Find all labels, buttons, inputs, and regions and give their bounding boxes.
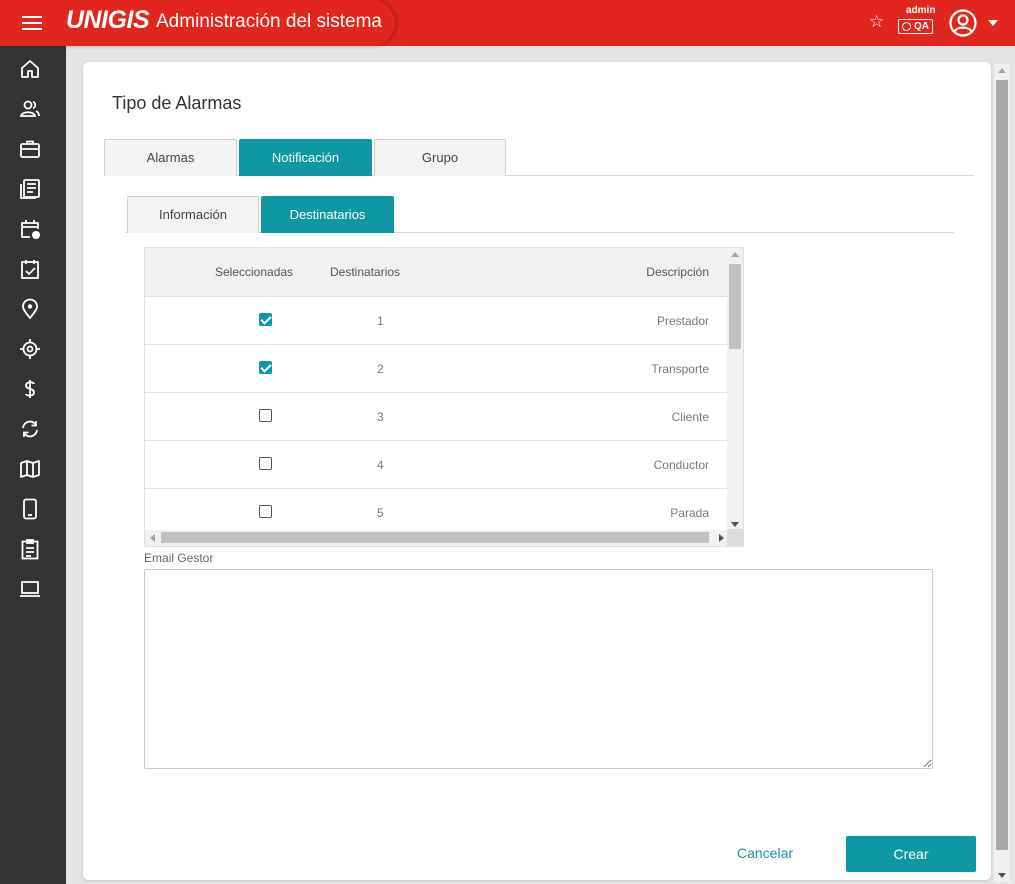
scroll-up-icon[interactable] — [731, 252, 739, 257]
grid-horizontal-scrollbar[interactable] — [145, 530, 729, 546]
row-description: Conductor — [653, 458, 709, 472]
laptop-icon[interactable] — [19, 578, 43, 602]
row-description: Parada — [670, 506, 709, 520]
row-checkbox[interactable] — [259, 361, 272, 374]
row-recipient-id: 5 — [377, 506, 384, 520]
row-description: Transporte — [651, 362, 709, 376]
power-icon — [902, 22, 911, 31]
email-gestor-label: Email Gestor — [144, 551, 214, 565]
tab-grupo[interactable]: Grupo — [374, 139, 506, 176]
tab-informacion[interactable]: Información — [127, 196, 259, 233]
dollar-icon[interactable] — [19, 378, 43, 402]
top-bar: UNIGIS Administración del sistema ☆ admi… — [0, 0, 1015, 46]
scrollbar-thumb[interactable] — [996, 80, 1008, 850]
scroll-down-icon[interactable] — [731, 522, 739, 527]
environment-label: QA — [914, 21, 929, 32]
row-recipient-id: 1 — [377, 314, 384, 328]
row-description: Prestador — [656, 314, 709, 328]
calendar-check-icon[interactable] — [19, 258, 43, 282]
main-card: Tipo de Alarmas Alarmas Notificación Gru… — [83, 62, 991, 880]
scroll-left-icon[interactable] — [150, 534, 155, 542]
user-name: admin — [906, 5, 936, 16]
row-checkbox[interactable] — [259, 457, 272, 470]
user-menu-chevron-down-icon[interactable] — [988, 20, 998, 26]
news-icon[interactable] — [19, 178, 43, 202]
scrollbar-corner — [727, 529, 743, 546]
create-button[interactable]: Crear — [846, 836, 976, 872]
clipboard-icon[interactable] — [19, 538, 43, 562]
tab-destinatarios[interactable]: Destinatarios — [261, 196, 394, 233]
tab-notificacion[interactable]: Notificación — [239, 139, 372, 176]
user-avatar-icon[interactable] — [948, 8, 978, 38]
row-checkbox[interactable] — [259, 409, 272, 422]
app-logo[interactable]: UNIGIS — [66, 6, 150, 35]
scroll-up-icon[interactable] — [998, 68, 1006, 73]
app-title: Administración del sistema — [156, 11, 382, 32]
main-tabs: Alarmas Notificación Grupo — [104, 139, 974, 176]
table-row[interactable]: 4 Conductor — [145, 441, 728, 489]
users-icon[interactable] — [19, 98, 43, 122]
column-header-selected[interactable]: Seleccionadas — [215, 265, 293, 279]
cancel-button[interactable]: Cancelar — [718, 837, 812, 869]
grid-vertical-scrollbar[interactable] — [727, 248, 743, 531]
table-row[interactable]: 2 Transporte — [145, 345, 728, 393]
favorite-star-icon[interactable]: ☆ — [869, 12, 884, 32]
sub-tabs: Información Destinatarios — [126, 196, 954, 233]
page-vertical-scrollbar[interactable] — [994, 64, 1010, 882]
table-row[interactable]: 3 Cliente — [145, 393, 728, 441]
briefcase-icon[interactable] — [19, 138, 43, 162]
table-row[interactable]: 1 Prestador — [145, 297, 728, 345]
email-gestor-field[interactable] — [144, 569, 933, 769]
environment-badge: QA — [898, 19, 933, 34]
map-icon[interactable] — [19, 458, 43, 482]
scrollbar-thumb[interactable] — [161, 532, 709, 543]
grid-header: Seleccionadas Destinatarios Descripción — [145, 248, 728, 297]
location-pin-icon[interactable] — [19, 298, 43, 322]
row-checkbox[interactable] — [259, 313, 272, 326]
sidebar — [0, 46, 66, 884]
page-title: Tipo de Alarmas — [112, 93, 242, 113]
calendar-clock-icon[interactable] — [19, 218, 43, 242]
recipients-grid: Seleccionadas Destinatarios Descripción … — [144, 247, 744, 547]
scrollbar-thumb[interactable] — [729, 264, 741, 349]
column-header-recipients[interactable]: Destinatarios — [330, 265, 400, 279]
row-recipient-id: 2 — [377, 362, 384, 376]
scroll-right-icon[interactable] — [719, 534, 724, 542]
scroll-down-icon[interactable] — [998, 873, 1006, 878]
sync-icon[interactable] — [19, 418, 43, 442]
row-recipient-id: 3 — [377, 410, 384, 424]
row-recipient-id: 4 — [377, 458, 384, 472]
row-checkbox[interactable] — [259, 505, 272, 518]
row-description: Cliente — [671, 410, 709, 424]
tab-alarmas[interactable]: Alarmas — [104, 139, 237, 176]
mobile-icon[interactable] — [19, 498, 43, 522]
home-icon[interactable] — [19, 58, 43, 82]
column-header-description[interactable]: Descripción — [646, 265, 709, 279]
target-icon[interactable] — [19, 338, 43, 362]
hamburger-menu-icon[interactable] — [20, 12, 44, 34]
